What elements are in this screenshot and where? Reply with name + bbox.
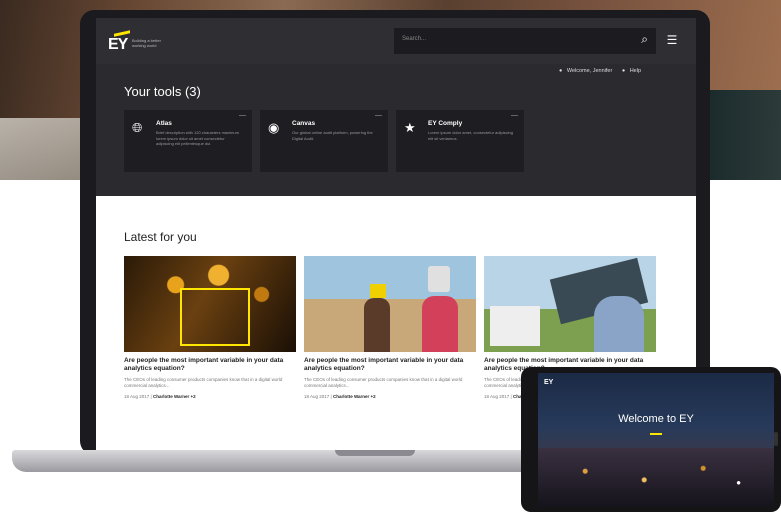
- tool-description: Brief description with 120 characters ma…: [156, 130, 239, 146]
- tablet-screen: EY Welcome to EY: [538, 373, 774, 506]
- article-image[interactable]: [484, 256, 656, 352]
- globe-icon: 🌐︎: [132, 120, 143, 135]
- app-header: EY Building a better working world Searc…: [96, 18, 696, 64]
- tool-card-ey-comply[interactable]: ★ EY Comply Lorem ipsum dolor amet, cons…: [396, 110, 524, 172]
- logo-text: EY: [108, 36, 128, 53]
- logo-tagline: Building a better working world: [132, 38, 161, 48]
- more-icon[interactable]: —: [239, 112, 246, 119]
- tool-name: Atlas: [156, 120, 172, 127]
- article-date: 18 Aug 2017 |: [304, 394, 332, 399]
- image-figure: [594, 296, 644, 352]
- welcome-text[interactable]: Welcome, Jennifer: [567, 68, 612, 74]
- star-icon: ★: [404, 120, 416, 135]
- more-icon[interactable]: —: [511, 112, 518, 119]
- tool-card-atlas[interactable]: 🌐︎ Atlas Brief description with 120 char…: [124, 110, 252, 172]
- article-author[interactable]: Charlotte Warner +2: [333, 394, 376, 399]
- search-placeholder: Search...: [402, 36, 427, 42]
- user-bar: ● Welcome, Jennifer ● Help: [556, 68, 641, 74]
- user-icon: ●: [559, 68, 563, 74]
- image-figure: [422, 296, 458, 352]
- tablet-home-button: [774, 432, 778, 446]
- article-meta: 18 Aug 2017 | Charlotte Warner +2: [304, 394, 476, 399]
- article-author[interactable]: Charlotte Warner +2: [153, 394, 196, 399]
- help-icon: ●: [621, 68, 626, 74]
- tool-name: Canvas: [292, 120, 316, 127]
- tool-card-canvas[interactable]: ◉ Canvas Our global online audit platfor…: [260, 110, 388, 172]
- article-card[interactable]: Are people the most important variable i…: [124, 256, 296, 399]
- article-card[interactable]: Are people the most important variable i…: [304, 256, 476, 399]
- palette-icon: ◉: [268, 120, 280, 135]
- article-description: The CEOs of leading consumer products co…: [304, 377, 463, 388]
- search-input[interactable]: Search... ⌕: [394, 28, 656, 54]
- background-object: [705, 90, 781, 180]
- tool-name: EY Comply: [428, 120, 463, 127]
- tool-description: Lorem ipsum dolor amet, consectetur adip…: [428, 130, 513, 141]
- article-image[interactable]: [124, 256, 296, 352]
- more-icon[interactable]: —: [375, 112, 382, 119]
- search-icon[interactable]: ⌕: [641, 32, 648, 47]
- image-figure: [428, 266, 450, 292]
- tool-description: Our global online audit platform, poweri…: [292, 130, 373, 141]
- article-meta: 18 Aug 2017 | Charlotte Warner +2: [124, 394, 296, 399]
- image-figure: [490, 306, 540, 346]
- image-figure: [370, 284, 386, 298]
- article-date: 18 Aug 2017 |: [124, 394, 152, 399]
- article-image[interactable]: [304, 256, 476, 352]
- device-mockup-scene: EY Building a better working world Searc…: [0, 0, 781, 512]
- article-date: 18 Aug 2017 |: [484, 394, 512, 399]
- article-description: The CEOs of leading consumer products co…: [124, 377, 283, 388]
- hamburger-menu-icon[interactable]: ☰: [664, 33, 680, 49]
- tablet-logo[interactable]: EY: [544, 379, 553, 386]
- ey-logo[interactable]: EY Building a better working world: [108, 30, 168, 54]
- tools-section-title: Your tools (3): [124, 84, 201, 99]
- latest-section-title: Latest for you: [124, 230, 197, 244]
- city-lights-image: [538, 448, 774, 506]
- tablet-accent-bar: [650, 433, 662, 435]
- article-title[interactable]: Are people the most important variable i…: [124, 357, 296, 373]
- laptop-notch: [335, 450, 415, 456]
- article-title[interactable]: Are people the most important variable i…: [304, 357, 476, 373]
- image-figure: [364, 298, 390, 352]
- image-yellow-frame: [180, 288, 250, 346]
- help-link[interactable]: Help: [630, 68, 641, 74]
- tablet-welcome-text: Welcome to EY: [618, 413, 694, 425]
